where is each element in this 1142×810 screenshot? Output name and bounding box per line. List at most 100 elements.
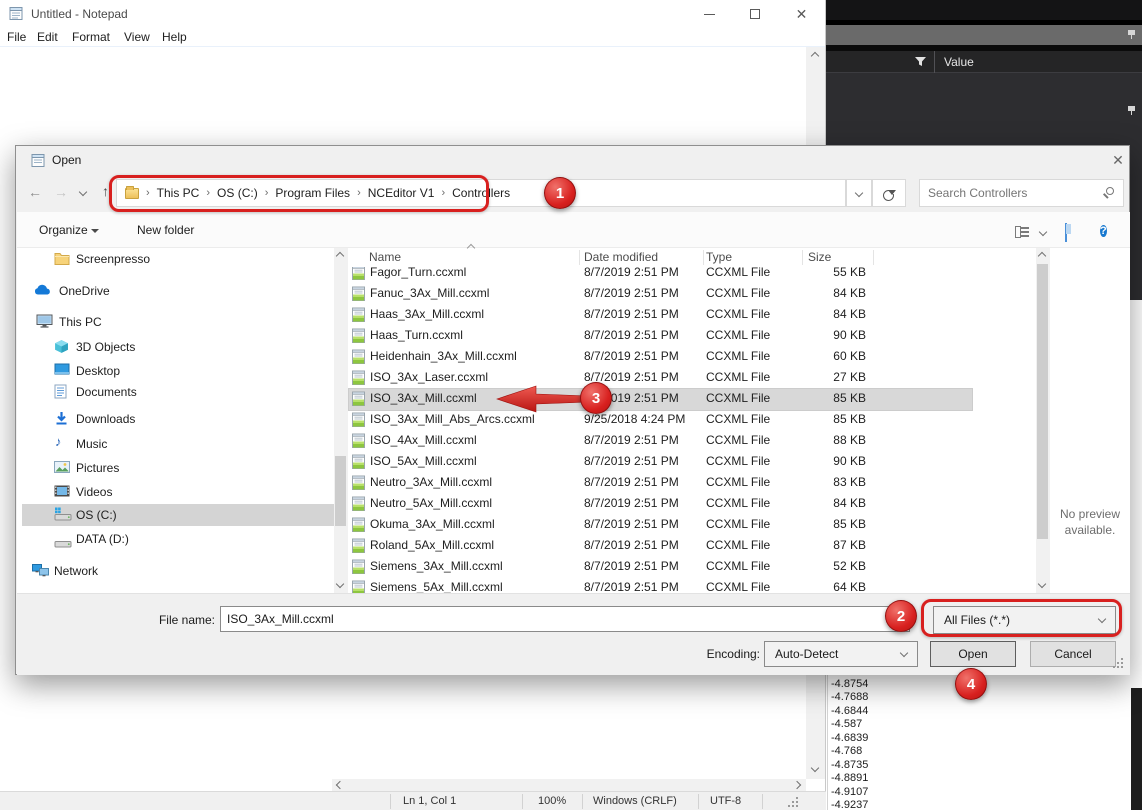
sidebar-item-screenpresso[interactable]: Screenpresso — [22, 248, 334, 270]
notepad-app-icon — [8, 5, 24, 21]
new-folder-button[interactable]: New folder — [137, 223, 194, 237]
notepad-titlebar[interactable]: Untitled - Notepad ✕ — [0, 0, 825, 28]
file-row[interactable]: ISO_3Ax_Mill.ccxml 8/7/2019 2:51 PM CCXM… — [348, 388, 1036, 409]
sidebar-item-3d-objects[interactable]: 3D Objects — [22, 336, 334, 358]
sidebar-item-os-c[interactable]: OS (C:) — [22, 504, 334, 526]
encoding-select[interactable]: Auto-Detect — [764, 641, 918, 667]
file-name: ISO_3Ax_Mill.ccxml — [370, 388, 477, 409]
file-row[interactable]: Roland_5Ax_Mill.ccxml 8/7/2019 2:51 PM C… — [348, 535, 1036, 556]
divider[interactable] — [579, 250, 580, 265]
close-button[interactable]: ✕ — [779, 0, 824, 28]
open-dialog-icon — [30, 152, 46, 168]
sidebar-item-data-d[interactable]: DATA (D:) — [22, 528, 334, 550]
ccxml-file-icon — [352, 412, 365, 430]
menu-help[interactable]: Help — [162, 30, 187, 44]
dark-panel-bottom-strip — [1131, 688, 1142, 810]
scrollbar-thumb[interactable] — [335, 456, 346, 526]
sidebar-item-downloads[interactable]: Downloads — [22, 408, 334, 430]
column-header-type[interactable]: Type — [706, 250, 732, 264]
file-type: CCXML File — [706, 556, 770, 577]
open-button[interactable]: Open — [930, 641, 1016, 667]
maximize-button[interactable] — [733, 0, 778, 28]
file-row[interactable]: Fagor_Turn.ccxml 8/7/2019 2:51 PM CCXML … — [348, 267, 1036, 283]
menu-edit[interactable]: Edit — [37, 30, 58, 44]
sidebar-item-desktop[interactable]: Desktop — [22, 360, 334, 382]
menu-view[interactable]: View — [124, 30, 150, 44]
file-type: CCXML File — [706, 493, 770, 514]
file-row[interactable]: ISO_3Ax_Laser.ccxml 8/7/2019 2:51 PM CCX… — [348, 367, 1036, 388]
file-row[interactable]: ISO_3Ax_Mill_Abs_Arcs.ccxml 9/25/2018 4:… — [348, 409, 1036, 430]
ccxml-file-icon — [352, 475, 365, 493]
status-cursor-position: Ln 1, Col 1 — [403, 795, 456, 807]
column-header-size[interactable]: Size — [808, 250, 831, 264]
forward-icon[interactable]: → — [54, 184, 68, 200]
menu-format[interactable]: Format — [72, 30, 110, 44]
sidebar-item-this-pc[interactable]: This PC — [22, 311, 334, 333]
refresh-button[interactable] — [872, 179, 906, 207]
column-header-name[interactable]: Name — [369, 250, 401, 264]
up-icon[interactable]: ↑ — [102, 183, 109, 199]
sidebar-item-onedrive[interactable]: OneDrive — [22, 280, 334, 302]
file-row[interactable]: Siemens_5Ax_Mill.ccxml 8/7/2019 2:51 PM … — [348, 577, 1036, 593]
preview-pane-button[interactable] — [1065, 224, 1067, 242]
divider — [698, 794, 699, 809]
file-name-input[interactable] — [220, 606, 910, 632]
file-row[interactable]: Okuma_3Ax_Mill.ccxml 8/7/2019 2:51 PM CC… — [348, 514, 1036, 535]
menu-file[interactable]: File — [7, 30, 26, 44]
file-type: CCXML File — [706, 346, 770, 367]
help-button[interactable]: ? — [1100, 221, 1107, 240]
file-row[interactable]: Fanuc_3Ax_Mill.ccxml 8/7/2019 2:51 PM CC… — [348, 283, 1036, 304]
back-icon[interactable]: ← — [28, 184, 42, 200]
divider — [762, 794, 763, 809]
network-icon — [31, 563, 50, 582]
cancel-button[interactable]: Cancel — [1030, 641, 1116, 667]
file-row[interactable]: ISO_5Ax_Mill.ccxml 8/7/2019 2:51 PM CCXM… — [348, 451, 1036, 472]
file-size: 52 KB — [796, 556, 866, 577]
help-icon: ? — [1100, 225, 1107, 237]
status-line-ending: Windows (CRLF) — [593, 795, 677, 807]
scroll-up-icon — [811, 52, 819, 60]
dialog-close-button[interactable]: ✕ — [1104, 148, 1132, 172]
file-row[interactable]: Neutro_3Ax_Mill.ccxml 8/7/2019 2:51 PM C… — [348, 472, 1036, 493]
column-header-date[interactable]: Date modified — [584, 250, 658, 264]
sidebar-scrollbar[interactable] — [334, 248, 348, 593]
file-list-scrollbar[interactable] — [1036, 248, 1050, 593]
minimize-button[interactable] — [687, 0, 732, 28]
file-type: CCXML File — [706, 430, 770, 451]
file-row[interactable]: Neutro_5Ax_Mill.ccxml 8/7/2019 2:51 PM C… — [348, 493, 1036, 514]
sidebar-item-videos[interactable]: Videos — [22, 481, 334, 503]
file-size: 84 KB — [796, 283, 866, 304]
address-dropdown-button[interactable] — [846, 179, 872, 207]
filter-icon[interactable] — [914, 56, 927, 68]
sidebar-item-pictures[interactable]: Pictures — [22, 457, 334, 479]
organize-button[interactable]: Organize — [39, 223, 99, 237]
preview-pane-message: No preview available. — [1047, 506, 1133, 538]
value-column-header[interactable]: Value — [944, 55, 974, 69]
search-input[interactable] — [920, 180, 1123, 206]
file-row[interactable]: Siemens_3Ax_Mill.ccxml 8/7/2019 2:51 PM … — [348, 556, 1036, 577]
file-row[interactable]: Haas_3Ax_Mill.ccxml 8/7/2019 2:51 PM CCX… — [348, 304, 1036, 325]
file-row[interactable]: Haas_Turn.ccxml 8/7/2019 2:51 PM CCXML F… — [348, 325, 1036, 346]
divider[interactable] — [873, 250, 874, 265]
file-date-modified: 8/7/2019 2:51 PM — [584, 346, 679, 367]
notepad-horizontal-scrollbar[interactable] — [332, 779, 806, 791]
value-column-header-row: Value — [826, 51, 1142, 73]
file-name: Fagor_Turn.ccxml — [370, 267, 466, 283]
divider[interactable] — [703, 250, 704, 265]
sidebar-item-music[interactable]: ♪ Music — [22, 433, 334, 455]
sidebar-item-network[interactable]: Network — [22, 560, 334, 582]
file-name: Heidenhain_3Ax_Mill.ccxml — [370, 346, 517, 367]
file-name-label: File name: — [135, 613, 215, 627]
scrollbar-thumb[interactable] — [1037, 264, 1048, 539]
dialog-resize-grip[interactable] — [1113, 666, 1115, 668]
document-icon — [54, 384, 67, 404]
recent-locations-icon[interactable] — [79, 188, 87, 196]
search-box[interactable] — [919, 179, 1124, 207]
window-title: Untitled - Notepad — [31, 7, 128, 21]
sidebar-item-documents[interactable]: Documents — [22, 381, 334, 403]
file-row[interactable]: Heidenhain_3Ax_Mill.ccxml 8/7/2019 2:51 … — [348, 346, 1036, 367]
file-date-modified: 8/7/2019 2:51 PM — [584, 556, 679, 577]
file-row[interactable]: ISO_4Ax_Mill.ccxml 8/7/2019 2:51 PM CCXM… — [348, 430, 1036, 451]
ccxml-file-icon — [352, 286, 365, 304]
divider[interactable] — [802, 250, 803, 265]
